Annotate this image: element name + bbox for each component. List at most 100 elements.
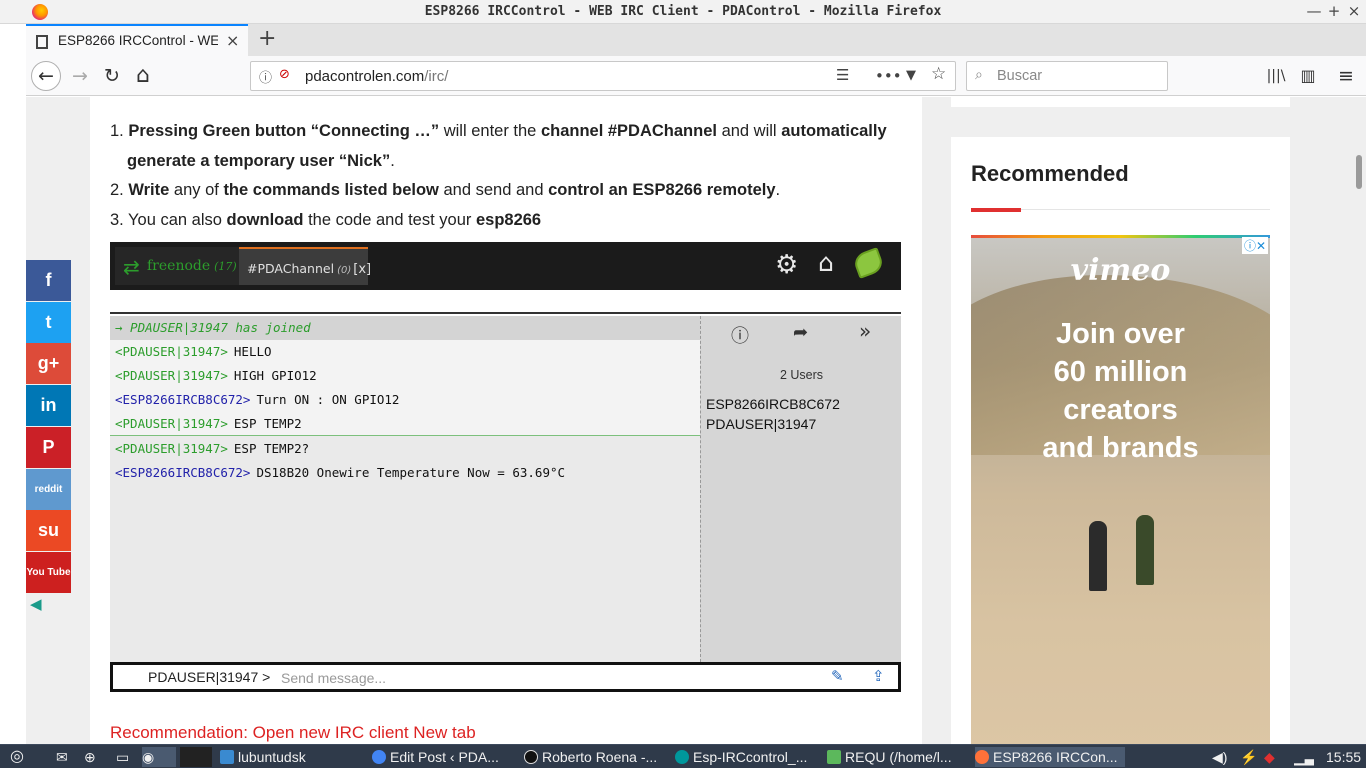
url-text[interactable]: pdacontrolen.com/irc/ <box>305 68 448 85</box>
navigation-toolbar: ← → ↻ ⌂ ⓘ ⊘ pdacontrolen.com/irc/ ☰ ••• … <box>26 56 1366 96</box>
menu-icon[interactable]: ≡ <box>1332 62 1360 90</box>
clock: 15:55 <box>1326 749 1362 765</box>
current-nick[interactable]: PDAUSER|31947 > <box>148 669 270 685</box>
wifi-signal-icon[interactable]: ▁▃▅ <box>1294 747 1314 767</box>
user-entry[interactable]: PDAUSER|31947 <box>706 416 816 432</box>
network-tab[interactable]: ⇄ freenode (17) <box>115 247 239 285</box>
page-viewport: 1. Pressing Green button “Connecting …” … <box>26 97 1366 744</box>
pocket-icon[interactable]: ▼ <box>906 68 916 83</box>
desktop-icon[interactable]: ▭ <box>116 747 138 767</box>
channel-close-button[interactable]: [x] <box>353 262 371 277</box>
instruction-item: 3. You can also download the code and te… <box>110 210 542 229</box>
network-name: freenode (17) <box>147 258 237 274</box>
url-bar[interactable]: ⓘ ⊘ pdacontrolen.com/irc/ ☰ ••• ▼ ☆ <box>250 61 956 91</box>
hiker-figure <box>1089 521 1107 591</box>
page-actions-icon[interactable]: ••• <box>875 67 902 85</box>
search-icon: ⌕ <box>975 67 983 83</box>
instruction-item: 1. Pressing Green button “Connecting …” … <box>110 122 887 170</box>
user-list-panel: ⓘ ➦ » 2 Users ESP8266IRCB8C672 PDAUSER|3… <box>700 316 901 662</box>
share-googleplus-button[interactable]: g+ <box>26 343 71 385</box>
part-channel-icon[interactable]: ➦ <box>793 322 808 343</box>
vimeo-ad[interactable]: ⓘ✕ vimeo Join over 60 million creators a… <box>971 235 1270 744</box>
user-count: 2 Users <box>779 368 824 382</box>
recommendation-link[interactable]: Recommendation: Open new IRC client New … <box>110 723 476 743</box>
tab-esp8266-irccontrol[interactable]: ESP8266 IRCControl - WEB IRC Client × <box>26 24 248 56</box>
terminal-icon[interactable] <box>180 747 212 767</box>
scrollbar-thumb[interactable] <box>1356 155 1362 189</box>
recommended-widget: Recommended ⓘ✕ vimeo Join over 60 millio… <box>951 137 1290 744</box>
taskbar-item[interactable]: lubuntudsk <box>220 747 360 767</box>
network-icon[interactable]: ⊕ <box>84 747 106 767</box>
site-info-icon[interactable]: ⓘ <box>259 67 272 86</box>
taskbar-item[interactable]: REQU (/home/l... <box>827 747 967 767</box>
upload-icon[interactable]: ⇪ <box>872 667 885 685</box>
new-tab-button[interactable]: + <box>258 26 276 51</box>
share-youtube-button[interactable]: You Tube <box>26 551 71 593</box>
alert-icon[interactable]: ◆ <box>1264 747 1284 767</box>
power-icon[interactable]: ⚡ <box>1240 747 1260 767</box>
collapse-userlist-icon[interactable]: » <box>859 319 871 343</box>
settings-gears-icon[interactable]: ⚙ <box>775 250 798 280</box>
insecure-lock-icon[interactable]: ⊘ <box>279 67 290 82</box>
share-pinterest-button[interactable]: P <box>26 426 71 468</box>
desktop-taskbar: ◎ ✉ ⊕ ▭ ◉ lubuntudsk Edit Post ‹ PDA... … <box>0 744 1366 768</box>
minimize-button[interactable]: — <box>1306 2 1322 20</box>
taskbar-item[interactable]: Esp-IRCcontrol_... <box>675 747 819 767</box>
start-menu-icon[interactable]: ◎ <box>10 747 34 767</box>
forward-button[interactable]: → <box>66 62 94 90</box>
share-twitter-button[interactable]: t <box>26 301 71 343</box>
message-row: <PDAUSER|31947> ESP TEMP2? <box>115 441 310 456</box>
instruction-item: 2. Write any of the commands listed belo… <box>110 181 781 199</box>
kiwiirc-lime-icon[interactable] <box>851 247 886 279</box>
share-facebook-button[interactable]: f <box>26 260 71 301</box>
search-bar[interactable]: ⌕ Buscar <box>966 61 1168 91</box>
join-message: → PDAUSER|31947 has joined <box>110 316 700 340</box>
page-scrollbar[interactable] <box>1352 97 1366 744</box>
reader-view-icon[interactable]: ☰ <box>836 66 849 84</box>
bookmark-star-icon[interactable]: ☆ <box>931 64 946 84</box>
hiker-figure <box>1136 515 1154 585</box>
taskbar-item[interactable]: Roberto Roena -... <box>524 747 666 767</box>
channel-tab[interactable]: #PDAChannel (0) [x] <box>239 247 371 285</box>
close-window-button[interactable]: × <box>1346 2 1362 20</box>
irc-client: ⇄ freenode (17) #PDAChannel (0) [x] ⚙ ⌂ → P… <box>110 242 901 692</box>
sidebar-widget-end <box>951 97 1290 107</box>
sidebar-toggle-icon[interactable]: ▥ <box>1294 62 1322 90</box>
message-row: <ESP8266IRCB8C672> DS18B20 Onewire Temper… <box>115 465 566 480</box>
share-reddit-button[interactable]: reddit <box>26 468 71 510</box>
irc-header: ⇄ freenode (17) #PDAChannel (0) [x] ⚙ ⌂ <box>110 242 901 290</box>
message-input-bar: PDAUSER|31947 > Send message... ✎ ⇪ <box>110 662 901 692</box>
taskbar-item[interactable]: Edit Post ‹ PDA... <box>372 747 514 767</box>
library-icon[interactable]: |||\ <box>1262 62 1290 90</box>
firefox-launcher-icon[interactable]: ◉ <box>142 747 176 767</box>
adchoices-icon[interactable]: ⓘ✕ <box>1241 237 1268 254</box>
share-stumbleupon-button[interactable]: su <box>26 510 71 552</box>
reload-button[interactable]: ↻ <box>98 62 126 90</box>
message-pane: → PDAUSER|31947 has joined <PDAUSER|3194… <box>110 316 700 662</box>
message-input[interactable]: Send message... <box>281 670 386 686</box>
share-linkedin-button[interactable]: in <box>26 385 71 427</box>
edit-icon[interactable]: ✎ <box>831 667 844 685</box>
home-button[interactable]: ⌂ <box>129 62 157 90</box>
widget-heading: Recommended <box>971 161 1129 186</box>
mail-icon[interactable]: ✉ <box>56 747 78 767</box>
volume-icon[interactable]: ◀) <box>1212 747 1232 767</box>
page-favicon-icon <box>36 35 48 49</box>
tab-strip: ESP8266 IRCControl - WEB IRC Client × + <box>26 24 1366 56</box>
taskbar-item-active[interactable]: ESP8266 IRCCon... <box>975 747 1125 767</box>
window-title-bar: ESP8266 IRCControl - WEB IRC Client - PD… <box>0 0 1366 24</box>
window-title: ESP8266 IRCControl - WEB IRC Client - PD… <box>424 4 942 19</box>
search-placeholder: Buscar <box>997 68 1043 84</box>
message-row: <PDAUSER|31947> HIGH GPIO12 <box>110 364 700 388</box>
main-content: 1. Pressing Green button “Connecting …” … <box>90 97 922 744</box>
user-entry[interactable]: ESP8266IRCB8C672 <box>706 396 840 412</box>
instructions-list: 1. Pressing Green button “Connecting …” … <box>110 117 900 235</box>
back-button[interactable]: ← <box>31 61 61 91</box>
info-icon[interactable]: ⓘ <box>731 322 749 348</box>
vimeo-logo: vimeo <box>1070 253 1171 288</box>
tab-close-button[interactable]: × <box>226 31 239 50</box>
home-icon[interactable]: ⌂ <box>818 248 834 277</box>
ad-top-stripe <box>971 235 1270 238</box>
collapse-share-icon[interactable]: ◀ <box>30 595 42 613</box>
maximize-button[interactable]: + <box>1326 2 1342 20</box>
